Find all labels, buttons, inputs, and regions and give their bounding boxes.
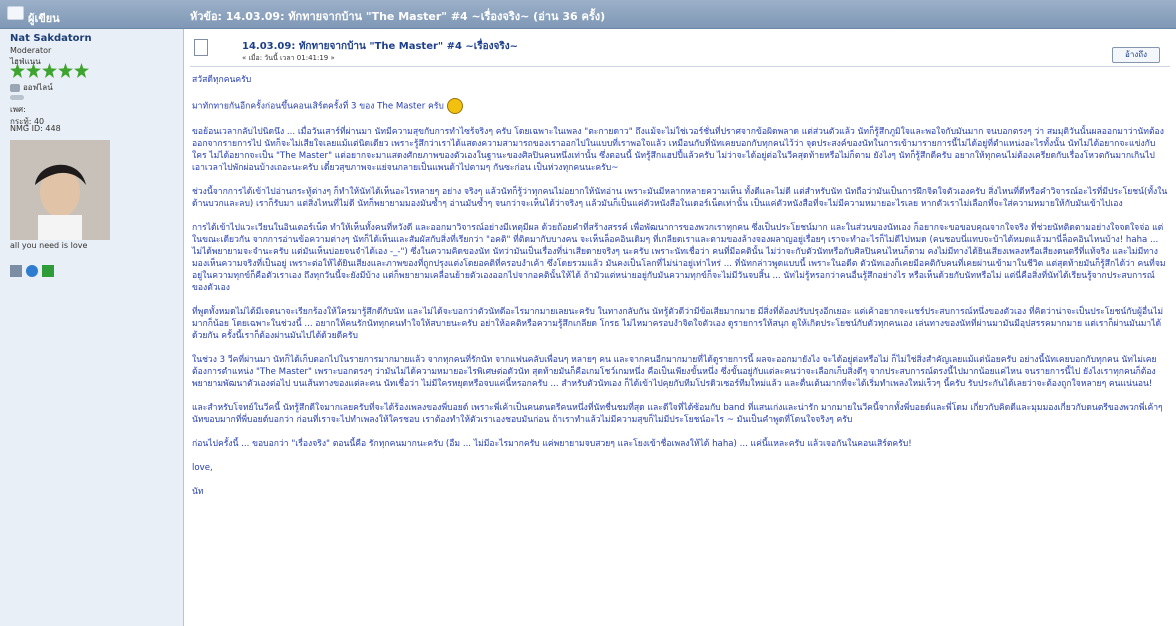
folder-icon — [7, 6, 24, 20]
post-divider — [190, 66, 1170, 67]
message-icon[interactable] — [42, 265, 54, 277]
post-paragraph: และสำหรับโจทย์ในวีคนี้ นัทรู้สึกดีใจมากเ… — [192, 403, 1163, 425]
post-paragraph: ขอย้อนเวลากลับไปนิดนึง ... เมื่อวันเสาร์… — [192, 127, 1164, 173]
post-body: สวัสดีทุกคนครับ มาทักทายกันอีกครั้งก่อนข… — [192, 74, 1168, 510]
member-id: NMG ID: 448 — [10, 124, 61, 133]
website-globe-icon[interactable] — [26, 265, 38, 277]
smiley-icon — [446, 98, 463, 114]
status-toggle-icon — [10, 95, 24, 100]
post-paragraph: มาทักทายกันอีกครั้งก่อนขึ้นคอนเสิร์ตครั้… — [192, 98, 1168, 114]
post-paragraph: ที่พูดทั้งหมดไม่ได้มีเจตนาจะเรียกร้องให้… — [192, 307, 1163, 341]
post-paragraph: ก่อนไปครั้งนี้ ... ขอบอกว่า "เรื่องจริง"… — [192, 439, 912, 449]
profile-card-icon[interactable] — [10, 265, 22, 277]
status-label: ออฟไลน์ — [23, 83, 53, 92]
quote-button[interactable]: อ้างถึง — [1112, 47, 1160, 63]
offline-icon — [10, 83, 20, 92]
post-panel: 14.03.09: ทักทายจากบ้าน "The Master" #4 … — [184, 29, 1176, 626]
rank-stars — [10, 63, 89, 78]
author-role: Moderator — [10, 46, 52, 55]
topic-header-bar: ผู้เขียน หัวข้อ: 14.03.09: ทักทายจากบ้าน… — [0, 0, 1176, 29]
star-icon — [58, 63, 73, 78]
post-paragraph: ช่วงนี้จากการได้เข้าไปอ่านกระทู้ต่างๆ ก็… — [192, 187, 1168, 209]
post-paragraph: การได้เข้าไปแวะเวียนในอินเตอร์เน็ต ทำให้… — [192, 223, 1166, 293]
post-paragraph: love, — [192, 463, 213, 473]
author-sidebar: Nat Sakdatorn Moderator ไฮฟ่แนน ออฟไลน์ … — [0, 29, 184, 626]
document-icon — [194, 39, 208, 56]
online-status: ออฟไลน์ — [10, 81, 53, 94]
topic-title: หัวข้อ: 14.03.09: ทักทายจากบ้าน "The Mas… — [190, 10, 606, 23]
post-paragraph: สวัสดีทุกคนครับ — [192, 75, 252, 85]
post-date: « เมื่อ: วันนี้ เวลา 01:41:19 » — [242, 54, 335, 62]
avatar — [10, 140, 110, 240]
author-name[interactable]: Nat Sakdatorn — [10, 33, 92, 44]
star-icon — [26, 63, 41, 78]
star-icon — [74, 63, 89, 78]
star-icon — [42, 63, 57, 78]
post-paragraph: นัท — [192, 487, 204, 497]
star-icon — [10, 63, 25, 78]
post-paragraph: ในช่วง 3 วีคที่ผ่านมา นัทก็ได้เก็บตอกไปใ… — [192, 355, 1157, 389]
profile-icons — [10, 265, 54, 277]
post-subject[interactable]: 14.03.09: ทักทายจากบ้าน "The Master" #4 … — [242, 39, 518, 54]
avatar-caption: all you need is love — [10, 241, 88, 250]
author-column-label: ผู้เขียน — [28, 12, 60, 25]
